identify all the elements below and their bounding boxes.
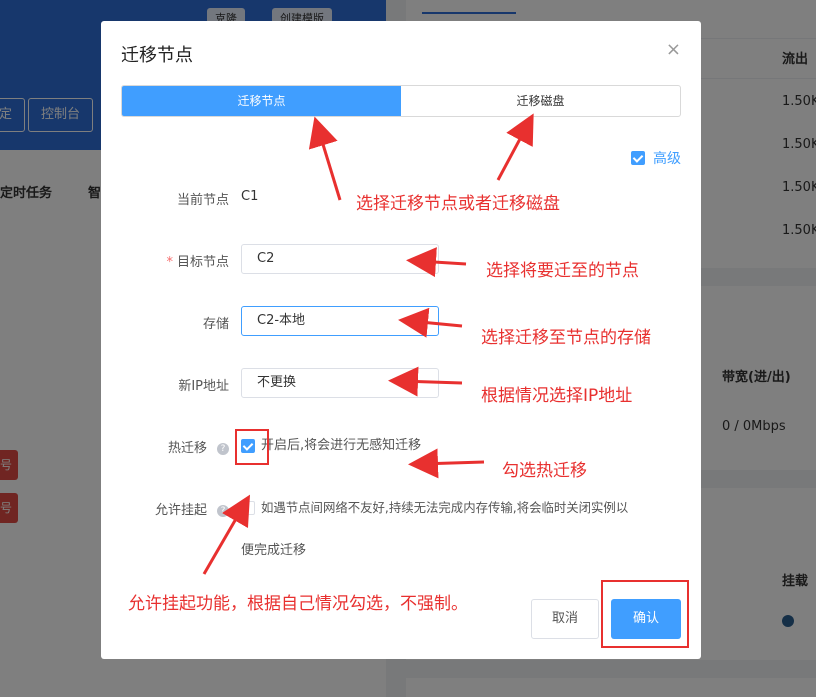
annotation-target: 选择将要迁至的节点: [486, 261, 639, 281]
annotation-tabs: 选择迁移节点或者迁移磁盘: [356, 194, 560, 214]
annotation-hot: 勾选热迁移: [502, 461, 587, 481]
annotation-ip: 根据情况选择IP地址: [481, 386, 633, 406]
annotation-suspend: 允许挂起功能，根据自己情况勾选，不强制。: [128, 594, 468, 614]
annotation-storage: 选择迁移至节点的存储: [481, 328, 651, 348]
